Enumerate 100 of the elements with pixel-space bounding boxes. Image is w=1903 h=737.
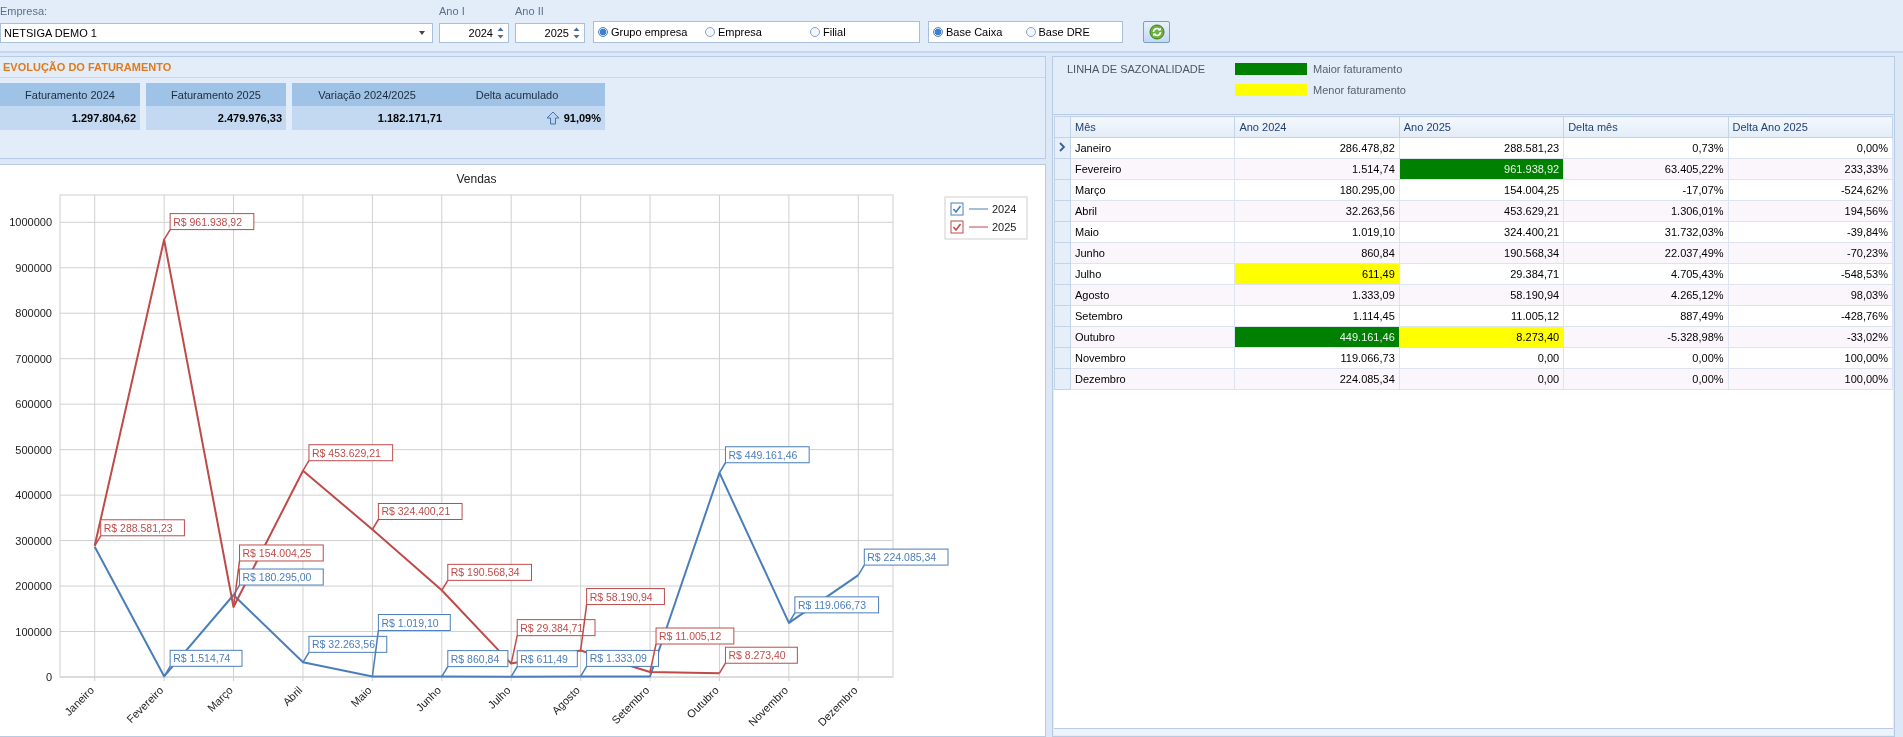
- column-header[interactable]: Ano 2024: [1234, 116, 1400, 138]
- data-label: R$ 180.295,00: [242, 571, 312, 584]
- radio-option[interactable]: Filial: [810, 26, 915, 38]
- data-label: R$ 961.938,92: [173, 215, 243, 228]
- row-indicator[interactable]: [1054, 137, 1071, 159]
- company-dropdown[interactable]: NETSIGA DEMO 1: [0, 23, 433, 43]
- table-cell: Maio: [1070, 221, 1235, 243]
- table-cell: -17,07%: [1563, 179, 1729, 201]
- table-cell: Setembro: [1070, 305, 1235, 327]
- table-cell: 286.478,82: [1234, 137, 1400, 159]
- table-cell: 29.384,71: [1399, 263, 1564, 285]
- data-label: R$ 288.581,23: [93, 519, 185, 547]
- table-cell: Julho: [1070, 263, 1235, 285]
- radio-option[interactable]: Grupo empresa: [598, 26, 705, 38]
- y-axis-label: 200000: [15, 580, 52, 593]
- data-label: R$ 8.273,40: [728, 649, 786, 662]
- data-label: R$ 1.514,74: [173, 652, 231, 665]
- data-label: R$ 119.066,73: [797, 598, 867, 611]
- year-spinner[interactable]: 2024: [439, 23, 509, 43]
- data-label: R$ 29.384,71: [520, 621, 584, 634]
- table-cell: -524,62%: [1728, 179, 1893, 201]
- y-axis-label: 100000: [15, 625, 52, 638]
- data-label: R$ 324.400,21: [381, 505, 451, 518]
- data-label: R$ 1.333,09: [579, 649, 660, 678]
- data-label: R$ 180.295,00: [232, 568, 324, 596]
- table-cell: 0,00%: [1728, 137, 1893, 159]
- table-cell: -39,84%: [1728, 221, 1893, 243]
- data-label: R$ 190.568,34: [441, 563, 532, 592]
- data-label: R$ 1.019,10: [381, 616, 439, 629]
- data-label: R$ 288.581,23: [103, 521, 173, 534]
- table-cell: 0,73%: [1563, 137, 1729, 159]
- data-label: R$ 58.190,94: [589, 590, 653, 603]
- table-cell: 0,00: [1399, 347, 1564, 369]
- column-header[interactable]: Delta mês: [1563, 116, 1729, 138]
- table-cell: 154.004,25: [1399, 179, 1564, 201]
- year-spinner[interactable]: 2025: [515, 23, 585, 43]
- data-label: R$ 611,49: [520, 652, 569, 665]
- chart-title: Vendas: [456, 172, 497, 186]
- data-label: R$ 8.273,40: [718, 646, 798, 674]
- y-axis-label: 300000: [15, 534, 52, 547]
- y-axis-label: 600000: [15, 398, 52, 411]
- data-label: R$ 860,84: [450, 652, 500, 665]
- data-label: R$ 11.005,12: [659, 630, 722, 642]
- field-label: Ano I: [439, 5, 466, 17]
- radio-option[interactable]: Base Caixa: [933, 26, 1026, 38]
- y-axis-label: 700000: [15, 352, 52, 365]
- radio-option[interactable]: Empresa: [704, 26, 810, 38]
- table-cell: 1.019,10: [1234, 221, 1400, 243]
- card-value: 2.479.976,33: [146, 106, 286, 130]
- table-cell: 31.732,03%: [1563, 221, 1729, 243]
- refresh-button[interactable]: [1143, 21, 1170, 43]
- data-label: R$ 224.085,34: [867, 551, 937, 564]
- data-label: R$ 449.161,46: [718, 446, 810, 474]
- data-label: R$ 32.263,56: [311, 638, 376, 651]
- column-header[interactable]: Mês: [1070, 116, 1235, 138]
- data-label: R$ 32.263,56: [302, 635, 388, 664]
- legend-label: 2024: [992, 203, 1017, 215]
- card-value: 91,09%: [563, 112, 601, 124]
- legend-checkbox[interactable]: [950, 202, 964, 216]
- table-cell: 180.295,00: [1234, 179, 1400, 201]
- column-header[interactable]: Ano 2025: [1399, 116, 1564, 138]
- data-label: R$ 1.333,09: [589, 652, 647, 665]
- data-label: R$ 453.629,21: [311, 446, 382, 459]
- y-axis-label: 400000: [15, 489, 52, 502]
- data-label: R$ 324.400,21: [371, 503, 463, 531]
- legend-line: [968, 208, 989, 210]
- data-label: R$ 1.514,74: [163, 649, 243, 678]
- caret-icon: [418, 30, 426, 36]
- data-label: R$ 119.066,73: [788, 596, 880, 624]
- table-cell: 0,00%: [1563, 347, 1729, 369]
- legend-label: Maior faturamento: [1313, 63, 1403, 75]
- table-cell: 288.581,23: [1399, 137, 1564, 159]
- spin-arrows-icon: [573, 26, 580, 40]
- data-label: R$ 961.938,92: [163, 213, 255, 241]
- table-cell: 887,49%: [1563, 305, 1729, 327]
- table-cell: 119.066,73: [1234, 347, 1400, 369]
- table-cell: 11.005,12: [1399, 305, 1564, 327]
- radio-option[interactable]: Base DRE: [1025, 26, 1118, 38]
- card-value: 1.182.171,71: [376, 112, 442, 124]
- table-cell: Março: [1070, 179, 1235, 201]
- legend-checkbox[interactable]: [950, 220, 964, 234]
- data-label: R$ 154.004,25: [242, 546, 312, 559]
- legend-label: 2025: [992, 221, 1017, 233]
- card-label: Delta acumulado: [474, 88, 560, 101]
- table-cell: Janeiro: [1070, 137, 1235, 159]
- data-label: R$ 860,84: [441, 650, 509, 678]
- spin-arrows-icon: [497, 26, 504, 40]
- y-axis-label: 900000: [15, 261, 52, 274]
- data-label: R$ 453.629,21: [302, 444, 394, 472]
- column-header[interactable]: Delta Ano 2025: [1728, 116, 1893, 138]
- card-value: 1.297.804,62: [0, 106, 140, 130]
- table-cell: -428,76%: [1728, 305, 1893, 327]
- table-cell: 1.114,45: [1234, 305, 1400, 327]
- table-cell: -548,53%: [1728, 263, 1893, 285]
- table-cell: Novembro: [1070, 347, 1235, 369]
- card-label: Faturamento 2024: [0, 83, 140, 106]
- panel-title: EVOLUÇÃO DO FATURAMENTO: [0, 57, 1045, 78]
- field-label: Ano II: [515, 5, 545, 17]
- card-label: Variação 2024/2025: [317, 88, 417, 101]
- data-label: R$ 190.568,34: [450, 566, 520, 579]
